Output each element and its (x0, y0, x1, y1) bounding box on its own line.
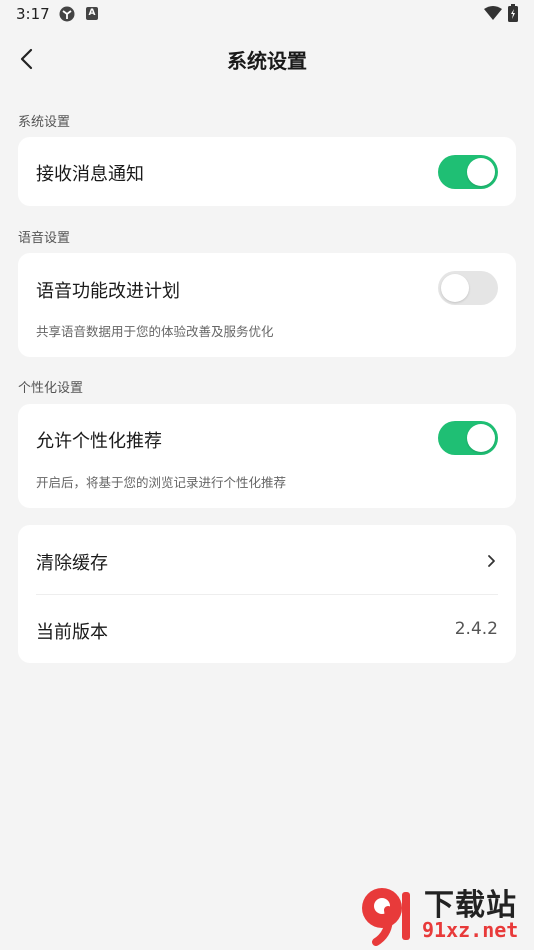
keyboard-notification-icon: A (86, 7, 98, 20)
toggle-knob (467, 158, 495, 186)
watermark-logo-icon (362, 888, 410, 946)
chevron-right-icon (488, 555, 495, 567)
toggle-knob (441, 274, 469, 302)
voice-improve-toggle[interactable] (438, 271, 498, 305)
watermark: 下载站 91xz.net (358, 880, 528, 948)
wifi-icon (484, 6, 502, 20)
voice-improve-description: 共享语音数据用于您的体验改善及服务优化 (36, 324, 274, 339)
clear-cache-label: 清除缓存 (36, 553, 108, 574)
clear-cache-row[interactable]: 清除缓存 (18, 525, 516, 594)
version-value: 2.4.2 (454, 619, 498, 639)
card-personalization: 允许个性化推荐 开启后，将基于您的浏览记录进行个性化推荐 (18, 404, 516, 508)
card-voice: 语音功能改进计划 共享语音数据用于您的体验改善及服务优化 (18, 253, 516, 357)
nav-bar: 系统设置 (0, 28, 534, 90)
personalized-recommend-description: 开启后，将基于您的浏览记录进行个性化推荐 (36, 475, 287, 490)
personalized-recommend-label: 允许个性化推荐 (36, 431, 162, 452)
version-label: 当前版本 (36, 622, 108, 643)
watermark-text-bottom: 91xz.net (422, 918, 519, 942)
section-label-system: 系统设置 (18, 115, 71, 130)
personalized-recommend-toggle[interactable] (438, 421, 498, 455)
section-label-personalization: 个性化设置 (18, 381, 84, 396)
toggle-knob (467, 424, 495, 452)
voice-improve-label: 语音功能改进计划 (36, 281, 180, 302)
divider (36, 594, 498, 595)
battery-icon (508, 4, 518, 22)
app-notification-icon (59, 6, 75, 22)
notification-toggle[interactable] (438, 155, 498, 189)
status-bar: 3:17 A (0, 0, 534, 28)
status-time: 3:17 (16, 5, 50, 23)
section-label-voice: 语音设置 (18, 231, 71, 246)
card-other: 清除缓存 当前版本 2.4.2 (18, 525, 516, 663)
card-system: 接收消息通知 (18, 137, 516, 206)
notification-label: 接收消息通知 (36, 164, 144, 185)
page-title: 系统设置 (227, 49, 307, 73)
